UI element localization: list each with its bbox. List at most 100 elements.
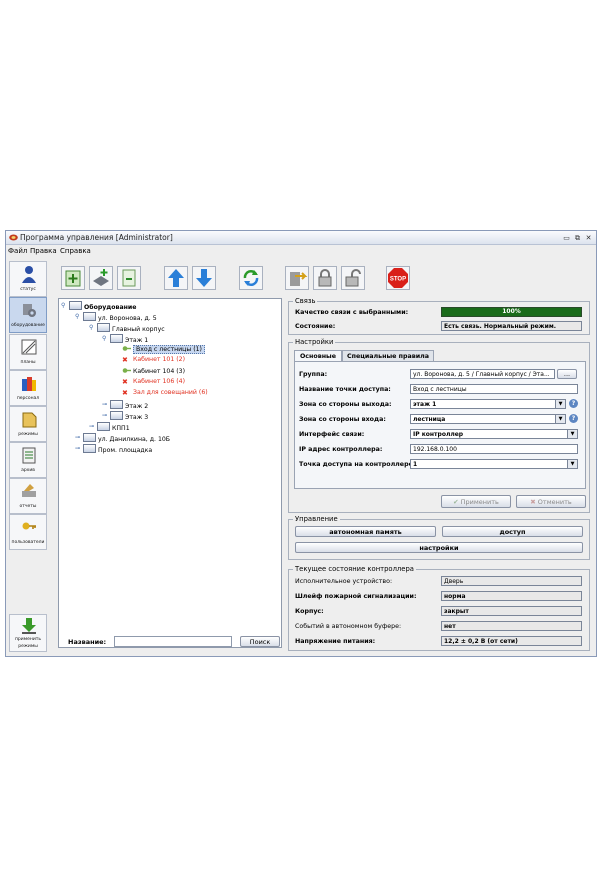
- collapse-handle-icon[interactable]: ⚲: [61, 302, 68, 309]
- ip-input[interactable]: 192.168.0.100: [410, 444, 578, 454]
- help-icon[interactable]: ?: [569, 399, 578, 408]
- tree-node[interactable]: ул. Данилкина, д. 10Б: [83, 433, 170, 443]
- tree-node-root[interactable]: Оборудование: [69, 301, 136, 311]
- tree-node[interactable]: Этаж 1: [110, 334, 148, 344]
- stop-button[interactable]: STOP: [386, 266, 410, 290]
- access-button[interactable]: доступ: [442, 526, 583, 537]
- search-button[interactable]: Поиск: [240, 636, 280, 647]
- toolbar: STOP: [56, 264, 426, 292]
- access-point-name-input[interactable]: Вход с лестницы: [410, 384, 578, 394]
- tree-node-error[interactable]: ✖ Зал для совещаний (6): [122, 389, 208, 397]
- sidebar-item-plans[interactable]: планы: [9, 334, 47, 370]
- controller-point-label: Точка доступа на контроллере:: [299, 461, 416, 468]
- device-value: Дверь: [441, 576, 582, 586]
- sidebar-item-label: отчеты: [19, 504, 37, 509]
- title-bar: Программа управления [Administrator] ▭ ⧉…: [6, 231, 596, 245]
- apply-button[interactable]: ✔ Применить: [441, 495, 511, 508]
- move-up-button[interactable]: [164, 266, 188, 290]
- apply-modes-button[interactable]: применить режимы: [9, 614, 47, 652]
- tree-node[interactable]: КПП1: [97, 422, 130, 432]
- svg-text:STOP: STOP: [390, 277, 406, 283]
- control-group: Управление автономная память доступ наст…: [288, 515, 590, 560]
- group-browse-button[interactable]: ...: [557, 369, 577, 379]
- autonomous-memory-button[interactable]: автономная память: [295, 526, 436, 537]
- close-icon[interactable]: ✕: [584, 234, 593, 242]
- tree-node[interactable]: ул. Воронова, д. 5: [83, 312, 157, 322]
- sidebar-item-label: планы: [20, 360, 36, 365]
- key-icon: [122, 368, 131, 373]
- folder-icon: [83, 444, 96, 453]
- sidebar-item-reports[interactable]: отчеты: [9, 478, 47, 514]
- menu-edit[interactable]: Правка: [30, 247, 57, 255]
- search-input[interactable]: [114, 636, 232, 647]
- cancel-icon: ✖: [530, 498, 538, 506]
- state-label: Состояние:: [295, 323, 336, 330]
- collapse-handle-icon[interactable]: ⚲: [89, 324, 96, 331]
- equipment-tree[interactable]: ⚲ Оборудование ⚲ ул. Воронова, д. 5 ⚲ Гл…: [58, 298, 282, 648]
- sidebar-item-archive[interactable]: архив: [9, 442, 47, 478]
- expand-handle-icon[interactable]: ⊸: [102, 412, 109, 419]
- chevron-down-icon: ▼: [555, 400, 565, 408]
- tree-node[interactable]: Этаж 3: [110, 411, 148, 421]
- group-field[interactable]: ул. Воронова, д. 5 / Главный корпус / Эт…: [410, 369, 555, 379]
- sidebar-item-equipment[interactable]: оборудование: [9, 297, 47, 333]
- zone-out-select[interactable]: этаж 1 ▼: [410, 399, 566, 409]
- add-device-icon: [93, 269, 109, 286]
- zone-in-select[interactable]: лестница ▼: [410, 414, 566, 424]
- tree-node[interactable]: Главный корпус: [97, 323, 165, 333]
- collapse-handle-icon[interactable]: ⚲: [102, 335, 109, 342]
- sidebar-item-modes[interactable]: режимы: [9, 406, 47, 442]
- staff-icon: [22, 377, 36, 391]
- controller-state-title: Текущее состояние контроллера: [293, 565, 416, 573]
- state-value: Есть связь. Нормальный режим.: [441, 321, 582, 331]
- help-icon[interactable]: ?: [569, 414, 578, 423]
- add-folder-button[interactable]: [61, 266, 85, 290]
- interface-select[interactable]: IP контроллер ▼: [410, 429, 578, 439]
- add-device-button[interactable]: [89, 266, 113, 290]
- door-key-button[interactable]: [285, 266, 309, 290]
- menu-help[interactable]: Справка: [60, 247, 91, 255]
- sidebar-item-label: пользователи: [11, 540, 45, 545]
- sidebar-item-users[interactable]: пользователи: [9, 514, 47, 550]
- access-point-name-label: Название точки доступа:: [299, 386, 391, 393]
- collapse-handle-icon[interactable]: ⚲: [75, 313, 82, 320]
- expand-handle-icon[interactable]: ⊸: [75, 445, 82, 452]
- tree-node-error[interactable]: ✖ Кабинет 106 (4): [122, 378, 185, 386]
- link-group: Связь Качество связи с выбранными: 100% …: [288, 297, 590, 335]
- reports-icon: [22, 484, 36, 497]
- folder-icon: [69, 301, 82, 310]
- expand-handle-icon[interactable]: ⊸: [89, 423, 96, 430]
- sidebar-item-staff[interactable]: персонал: [9, 370, 47, 406]
- move-down-button[interactable]: [192, 266, 216, 290]
- tree-node-error[interactable]: ✖ Кабинет 101 (2): [122, 356, 185, 364]
- tree-node[interactable]: Этаж 2: [110, 400, 148, 410]
- chevron-down-icon: ▼: [555, 415, 565, 423]
- sidebar-item-status[interactable]: статус: [9, 261, 47, 297]
- minimize-icon[interactable]: ▭: [562, 234, 571, 242]
- tree-node-selected[interactable]: Вход с лестницы (1): [122, 345, 205, 354]
- cancel-button[interactable]: ✖ Отменить: [516, 495, 586, 508]
- menu-file[interactable]: Файл: [8, 247, 27, 255]
- unlock-button[interactable]: [341, 266, 365, 290]
- folder-icon: [83, 433, 96, 442]
- tree-node[interactable]: Пром. площадка: [83, 444, 152, 454]
- tree-node[interactable]: Кабинет 104 (3): [122, 367, 185, 375]
- refresh-button[interactable]: [239, 266, 263, 290]
- expand-handle-icon[interactable]: ⊸: [75, 434, 82, 441]
- keys-icon: [22, 522, 36, 530]
- controller-point-select[interactable]: 1 ▼: [410, 459, 578, 469]
- plans-icon: [21, 339, 37, 355]
- controller-settings-button[interactable]: настройки: [295, 542, 583, 553]
- add-item-button[interactable]: [117, 266, 141, 290]
- case-label: Корпус:: [295, 608, 324, 615]
- error-cross-icon: ✖: [122, 378, 128, 386]
- sidebar-item-label: архив: [21, 468, 35, 473]
- modes-icon: [22, 412, 37, 428]
- chevron-down-icon: ▼: [567, 430, 577, 438]
- door-key-icon: [290, 272, 308, 286]
- lock-button[interactable]: [313, 266, 337, 290]
- expand-handle-icon[interactable]: ⊸: [102, 401, 109, 408]
- settings-group: Настройки Основные Специальные правила Г…: [288, 338, 590, 513]
- sidebar: статус оборудование планы персонал режим…: [6, 259, 50, 656]
- maximize-icon[interactable]: ⧉: [573, 234, 582, 242]
